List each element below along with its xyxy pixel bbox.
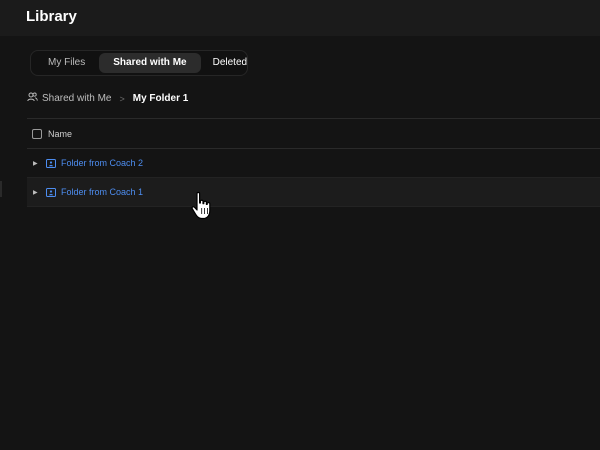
tab-shared-with-me[interactable]: Shared with Me — [99, 53, 201, 73]
divider — [27, 118, 600, 119]
tab-deleted[interactable]: Deleted — [201, 53, 259, 73]
folder-name[interactable]: Folder from Coach 2 — [61, 158, 143, 168]
table-header: Name — [27, 122, 600, 146]
shared-folder-icon — [46, 158, 56, 168]
row-divider — [27, 206, 600, 207]
breadcrumb: Shared with Me > My Folder 1 — [27, 92, 188, 105]
breadcrumb-separator: > — [119, 93, 125, 104]
page-title: Library — [26, 8, 77, 25]
tab-bar: My Files Shared with Me Deleted — [30, 50, 248, 76]
caret-right-icon[interactable]: ▶ — [33, 189, 39, 196]
breadcrumb-current: My Folder 1 — [132, 93, 189, 104]
users-icon — [27, 92, 42, 105]
select-all-checkbox[interactable] — [32, 129, 42, 139]
shared-folder-icon — [46, 187, 56, 197]
breadcrumb-shared-with-me[interactable]: Shared with Me — [27, 92, 111, 105]
breadcrumb-parent-label: Shared with Me — [42, 93, 112, 104]
column-header-name[interactable]: Name — [48, 129, 72, 139]
panel-edge — [0, 181, 2, 197]
caret-right-icon[interactable]: ▶ — [33, 160, 39, 167]
top-bar: Library — [0, 0, 600, 36]
table-row[interactable]: ▶ Folder from Coach 2 — [27, 149, 600, 177]
folder-name[interactable]: Folder from Coach 1 — [61, 187, 143, 197]
table-row[interactable]: ▶ Folder from Coach 1 — [27, 178, 600, 206]
tab-my-files[interactable]: My Files — [34, 53, 99, 73]
hand-pointer-cursor-icon — [189, 191, 215, 226]
